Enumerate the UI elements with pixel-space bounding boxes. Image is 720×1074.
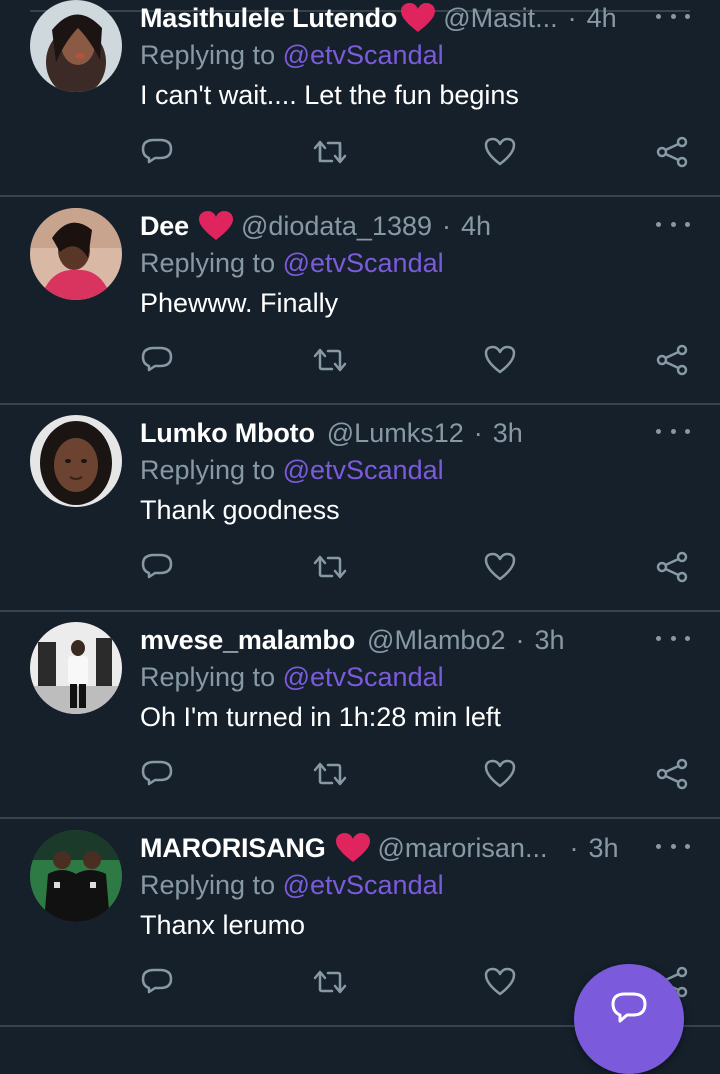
retweet-icon[interactable]: [310, 547, 350, 587]
tweet[interactable]: Lumko Mboto @Lumks12 · 3h Replying to @e…: [0, 405, 720, 612]
handle[interactable]: @diodata_1389: [241, 211, 432, 242]
display-name[interactable]: Lumko Mboto: [140, 418, 315, 449]
share-icon[interactable]: [652, 547, 692, 587]
replying-to: Replying to @etvScandal: [140, 40, 444, 71]
action-bar: [140, 132, 690, 172]
replying-to: Replying to @etvScandal: [140, 455, 444, 486]
tweet-text: I can't wait.... Let the fun begins: [140, 80, 519, 110]
reply-icon[interactable]: [137, 340, 177, 380]
mention-link[interactable]: @etvScandal: [283, 248, 444, 278]
replying-label: Replying to: [140, 870, 276, 900]
like-icon[interactable]: [480, 340, 520, 380]
avatar[interactable]: [30, 208, 122, 300]
timestamp[interactable]: 3h: [535, 625, 565, 656]
timestamp[interactable]: 3h: [588, 833, 618, 864]
replying-label: Replying to: [140, 40, 276, 70]
reply-icon[interactable]: [137, 547, 177, 587]
separator-dot: ·: [473, 417, 483, 448]
separator-dot: ·: [567, 2, 577, 33]
mention-link[interactable]: @etvScandal: [283, 870, 444, 900]
share-icon[interactable]: [652, 754, 692, 794]
replying-to: Replying to @etvScandal: [140, 870, 444, 901]
handle[interactable]: @Masit...: [443, 3, 557, 34]
reply-icon[interactable]: [137, 754, 177, 794]
retweet-icon[interactable]: [310, 132, 350, 172]
handle[interactable]: @Mlambo2: [367, 625, 505, 656]
reply-icon[interactable]: [137, 962, 177, 1002]
avatar[interactable]: [30, 622, 122, 714]
like-icon[interactable]: [480, 132, 520, 172]
action-bar: [140, 547, 690, 587]
tweet-text: Phewww. Finally: [140, 288, 339, 318]
action-bar: [140, 754, 690, 794]
display-name[interactable]: mvese_malambo: [140, 625, 355, 656]
avatar[interactable]: [30, 0, 122, 92]
replying-label: Replying to: [140, 248, 276, 278]
more-options-icon[interactable]: [656, 834, 690, 858]
retweet-icon[interactable]: [310, 754, 350, 794]
more-options-icon[interactable]: [656, 419, 690, 443]
display-name[interactable]: Masithulele Lutendo: [140, 3, 397, 34]
like-icon[interactable]: [480, 754, 520, 794]
heart-emoji-icon: [198, 211, 233, 241]
retweet-icon[interactable]: [310, 962, 350, 1002]
like-icon[interactable]: [480, 962, 520, 1002]
replying-to: Replying to @etvScandal: [140, 662, 444, 693]
mention-link[interactable]: @etvScandal: [283, 455, 444, 485]
compose-reply-button[interactable]: [574, 964, 684, 1074]
mention-link[interactable]: @etvScandal: [283, 40, 444, 70]
display-name[interactable]: MARORISANG: [140, 833, 326, 864]
tweet[interactable]: Masithulele Lutendo @Masit... · 4h Reply…: [0, 0, 720, 197]
more-options-icon[interactable]: [656, 212, 690, 236]
replying-label: Replying to: [140, 455, 276, 485]
compose-reply-icon: [611, 992, 647, 1023]
heart-emoji-icon: [401, 3, 436, 33]
tweet[interactable]: mvese_malambo @Mlambo2 · 3h Replying to …: [0, 612, 720, 819]
heart-emoji-icon: [335, 833, 370, 863]
separator-dot: ·: [515, 624, 525, 655]
replying-label: Replying to: [140, 662, 276, 692]
separator-dot: ·: [569, 832, 579, 863]
action-bar: [140, 340, 690, 380]
timestamp[interactable]: 4h: [587, 3, 617, 34]
tweet-text: Oh I'm turned in 1h:28 min left: [140, 702, 501, 732]
share-icon[interactable]: [652, 340, 692, 380]
mention-link[interactable]: @etvScandal: [283, 662, 444, 692]
more-options-icon[interactable]: [656, 626, 690, 650]
handle[interactable]: @Lumks12: [327, 418, 464, 449]
avatar[interactable]: [30, 415, 122, 507]
replying-to: Replying to @etvScandal: [140, 248, 444, 279]
like-icon[interactable]: [480, 547, 520, 587]
timestamp[interactable]: 3h: [493, 418, 523, 449]
timestamp[interactable]: 4h: [461, 211, 491, 242]
avatar[interactable]: [30, 830, 122, 922]
retweet-icon[interactable]: [310, 340, 350, 380]
tweet-text: Thank goodness: [140, 495, 340, 525]
reply-icon[interactable]: [137, 132, 177, 172]
tweet-divider: [0, 195, 720, 197]
tweet-text: Thanx lerumo: [140, 910, 306, 940]
tweet[interactable]: Dee @diodata_1389 · 4h Replying to @etvS…: [0, 198, 720, 405]
share-icon[interactable]: [652, 132, 692, 172]
separator-dot: ·: [442, 210, 452, 241]
handle[interactable]: @marorisan...: [378, 833, 548, 864]
tweet-divider: [0, 817, 720, 819]
more-options-icon[interactable]: [656, 4, 690, 28]
display-name[interactable]: Dee: [140, 211, 189, 242]
